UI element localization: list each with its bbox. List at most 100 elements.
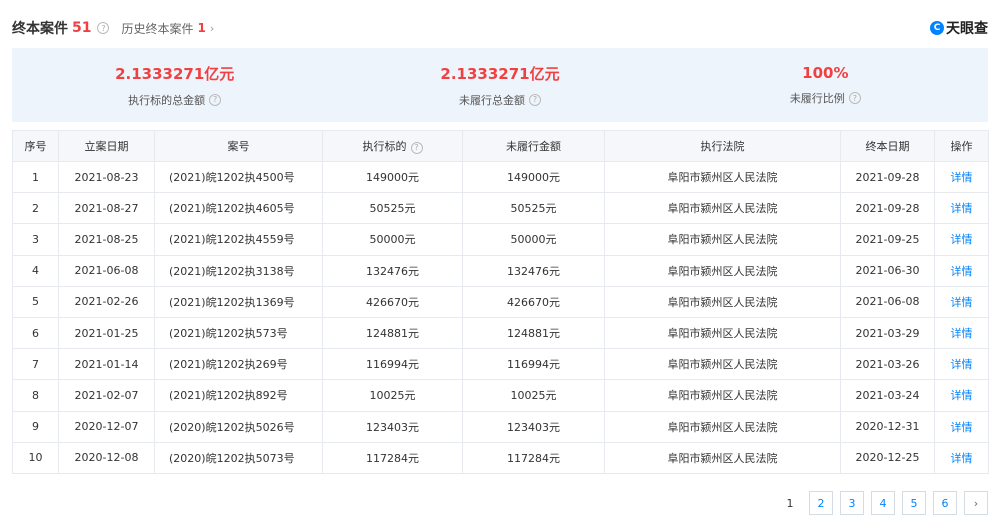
help-icon[interactable]: ?	[410, 141, 423, 154]
cell-index: 3	[12, 223, 59, 256]
page-button-3[interactable]: 3	[840, 491, 864, 515]
details-link[interactable]: 详情	[934, 192, 989, 225]
details-link[interactable]: 详情	[934, 254, 989, 287]
table-row: 5 2021-02-26 (2021)皖1202执1369号 426670元 42667…	[12, 285, 989, 318]
summary-label: 执行标的总金额	[128, 93, 206, 107]
cell-filing-date: 2021-06-08	[58, 254, 155, 287]
cell-filing-date: 2021-01-14	[58, 348, 155, 381]
cell-index: 6	[12, 316, 59, 350]
history-cases-link[interactable]: 历史终本案件 1 ›	[121, 20, 214, 37]
details-link[interactable]: 详情	[934, 441, 989, 474]
summary-label: 未履行比例	[789, 92, 845, 105]
details-link[interactable]: 详情	[934, 348, 989, 381]
page-button-2[interactable]: 2	[809, 491, 833, 515]
details-link[interactable]: 详情	[934, 223, 989, 256]
cell-court: 阜阳市颍州区人民法院	[604, 316, 841, 350]
table-row: 2 2021-08-27 (2021)皖1202执4605号 50525元 50525元…	[12, 192, 989, 225]
cell-filing-date: 2021-02-07	[58, 379, 155, 412]
cell-index: 1	[12, 160, 59, 194]
help-icon[interactable]: ?	[848, 92, 861, 104]
section-title: 终本案件	[12, 21, 68, 37]
details-link[interactable]: 详情	[934, 285, 989, 318]
cell-end-date: 2020-12-31	[840, 410, 935, 443]
summary-panel: 2.1333271亿元 执行标的总金额 ? 2.1333271亿元 未履行总金额…	[12, 48, 988, 122]
cell-court: 阜阳市颍州区人民法院	[604, 160, 841, 194]
logo-mark-icon: C	[930, 21, 944, 35]
cell-court: 阜阳市颍州区人民法院	[604, 192, 841, 225]
summary-total-amount: 2.1333271亿元 执行标的总金额 ?	[12, 48, 337, 122]
cell-case-number: (2021)皖1202执3138号	[154, 254, 323, 287]
cell-filing-date: 2020-12-08	[58, 441, 155, 474]
cell-end-date: 2021-09-28	[840, 160, 935, 194]
summary-value: 2.1333271亿元	[115, 64, 235, 83]
column-header-filing-date: 立案日期	[58, 130, 155, 162]
details-link[interactable]: 详情	[934, 316, 989, 350]
cell-execution-target: 132476元	[322, 254, 463, 287]
cell-filing-date: 2021-08-23	[58, 160, 155, 194]
cell-execution-target: 117284元	[322, 441, 463, 474]
cell-filing-date: 2021-08-27	[58, 192, 155, 225]
help-icon[interactable]: ?	[528, 93, 541, 106]
cell-index: 8	[12, 379, 59, 412]
column-header-action: 操作	[934, 130, 989, 162]
page-button-5[interactable]: 5	[902, 491, 926, 515]
column-header-unpaid-amount: 未履行金额	[462, 130, 605, 162]
cell-court: 阜阳市颍州区人民法院	[604, 254, 841, 287]
cell-case-number: (2021)皖1202执4500号	[154, 160, 323, 194]
cell-court: 阜阳市颍州区人民法院	[604, 223, 841, 256]
summary-value: 100%	[802, 64, 849, 82]
cell-unpaid-amount: 50000元	[462, 223, 605, 256]
page-button-1[interactable]: 1	[778, 491, 802, 515]
cell-end-date: 2021-03-26	[840, 348, 935, 381]
cell-end-date: 2021-06-08	[840, 285, 935, 318]
cell-end-date: 2020-12-25	[840, 441, 935, 474]
logo-text: 天眼查	[946, 21, 988, 37]
cell-end-date: 2021-06-30	[840, 254, 935, 287]
details-link[interactable]: 详情	[934, 160, 989, 194]
page-button-6[interactable]: 6	[933, 491, 957, 515]
cell-unpaid-amount: 149000元	[462, 160, 605, 194]
cell-index: 4	[12, 254, 59, 287]
cell-unpaid-amount: 132476元	[462, 254, 605, 287]
cell-index: 7	[12, 348, 59, 381]
table-row: 1 2021-08-23 (2021)皖1202执4500号 149000元 14900…	[12, 160, 989, 194]
history-label: 历史终本案件	[121, 21, 194, 36]
cell-case-number: (2021)皖1202执892号	[154, 379, 323, 412]
cell-filing-date: 2020-12-07	[58, 410, 155, 443]
help-icon[interactable]: ?	[97, 22, 110, 34]
cell-unpaid-amount: 426670元	[462, 285, 605, 318]
cell-case-number: (2021)皖1202执269号	[154, 348, 323, 381]
details-link[interactable]: 详情	[934, 379, 989, 412]
next-page-icon[interactable]: ›	[964, 491, 988, 515]
cell-case-number: (2021)皖1202执4605号	[154, 192, 323, 225]
cell-court: 阜阳市颍州区人民法院	[604, 441, 841, 474]
cell-execution-target: 50000元	[322, 223, 463, 256]
cell-case-number: (2021)皖1202执573号	[154, 316, 323, 350]
column-header-case-number: 案号	[154, 130, 323, 162]
summary-label: 未履行总金额	[458, 93, 525, 107]
cell-court: 阜阳市颍州区人民法院	[604, 410, 841, 443]
page-button-4[interactable]: 4	[871, 491, 895, 515]
cell-end-date: 2021-03-24	[840, 379, 935, 412]
cell-unpaid-amount: 124881元	[462, 316, 605, 350]
cell-unpaid-amount: 117284元	[462, 441, 605, 474]
case-count: 51	[72, 20, 92, 36]
cell-case-number: (2020)皖1202执5073号	[154, 441, 323, 474]
table-row: 3 2021-08-25 (2021)皖1202执4559号 50000元 50000元…	[12, 223, 989, 256]
cell-index: 9	[12, 410, 59, 443]
details-link[interactable]: 详情	[934, 410, 989, 443]
cell-court: 阜阳市颍州区人民法院	[604, 379, 841, 412]
table-row: 6 2021-01-25 (2021)皖1202执573号 124881元 124881…	[12, 316, 989, 350]
summary-unpaid-amount: 2.1333271亿元 未履行总金额 ?	[337, 48, 662, 122]
cell-filing-date: 2021-08-25	[58, 223, 155, 256]
tianyancha-logo: C 天眼查	[930, 18, 988, 38]
cell-execution-target: 124881元	[322, 316, 463, 350]
chevron-right-icon: ›	[209, 21, 215, 35]
cases-table: 序号 立案日期 案号 执行标的? 未履行金额 执行法院 终本日期 操作 1 202…	[12, 130, 989, 474]
cell-execution-target: 10025元	[322, 379, 463, 412]
cell-execution-target: 123403元	[322, 410, 463, 443]
cell-index: 5	[12, 285, 59, 318]
table-row: 4 2021-06-08 (2021)皖1202执3138号 132476元 13247…	[12, 254, 989, 287]
table-header-row: 序号 立案日期 案号 执行标的? 未履行金额 执行法院 终本日期 操作	[12, 130, 989, 162]
help-icon[interactable]: ?	[209, 93, 222, 106]
